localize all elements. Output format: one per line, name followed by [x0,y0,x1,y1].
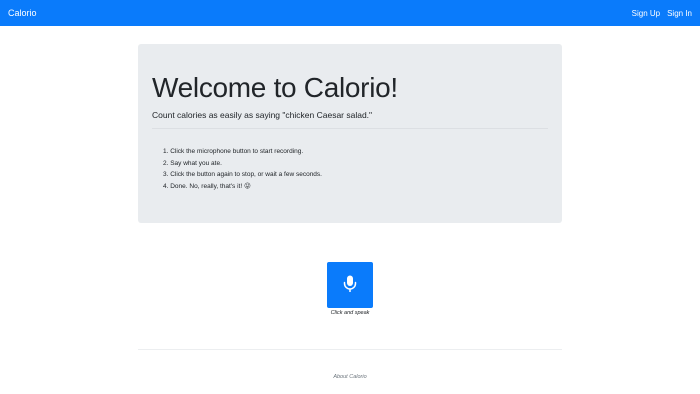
nav-links: Sign Up Sign In [632,9,692,18]
instruction-step: 3. Click the button again to stop, or wa… [163,171,322,178]
instruction-step: 4. Done. No, really, that's it! 😜 [163,182,251,190]
footer-divider [138,349,562,350]
navbar: Calorio Sign Up Sign In [0,0,700,26]
jumbotron-divider [152,128,548,129]
record-button[interactable] [327,262,373,308]
instruction-step: 2. Say what you ate. [163,159,222,167]
about-link[interactable]: About Calorio [300,374,400,380]
sign-in-link[interactable]: Sign In [667,9,692,18]
lead-text: Count calories as easily as saying "chic… [152,110,373,120]
mic-caption: Click and speak [330,310,370,316]
brand-link[interactable]: Calorio [8,8,37,18]
welcome-jumbotron: Welcome to Calorio! Count calories as ea… [138,44,562,223]
sign-up-link[interactable]: Sign Up [632,9,660,18]
instruction-step: 1. Click the microphone button to start … [163,148,304,155]
page-title: Welcome to Calorio! [152,72,398,103]
instructions-list: 1. Click the microphone button to start … [163,146,322,192]
microphone-icon [343,275,357,296]
